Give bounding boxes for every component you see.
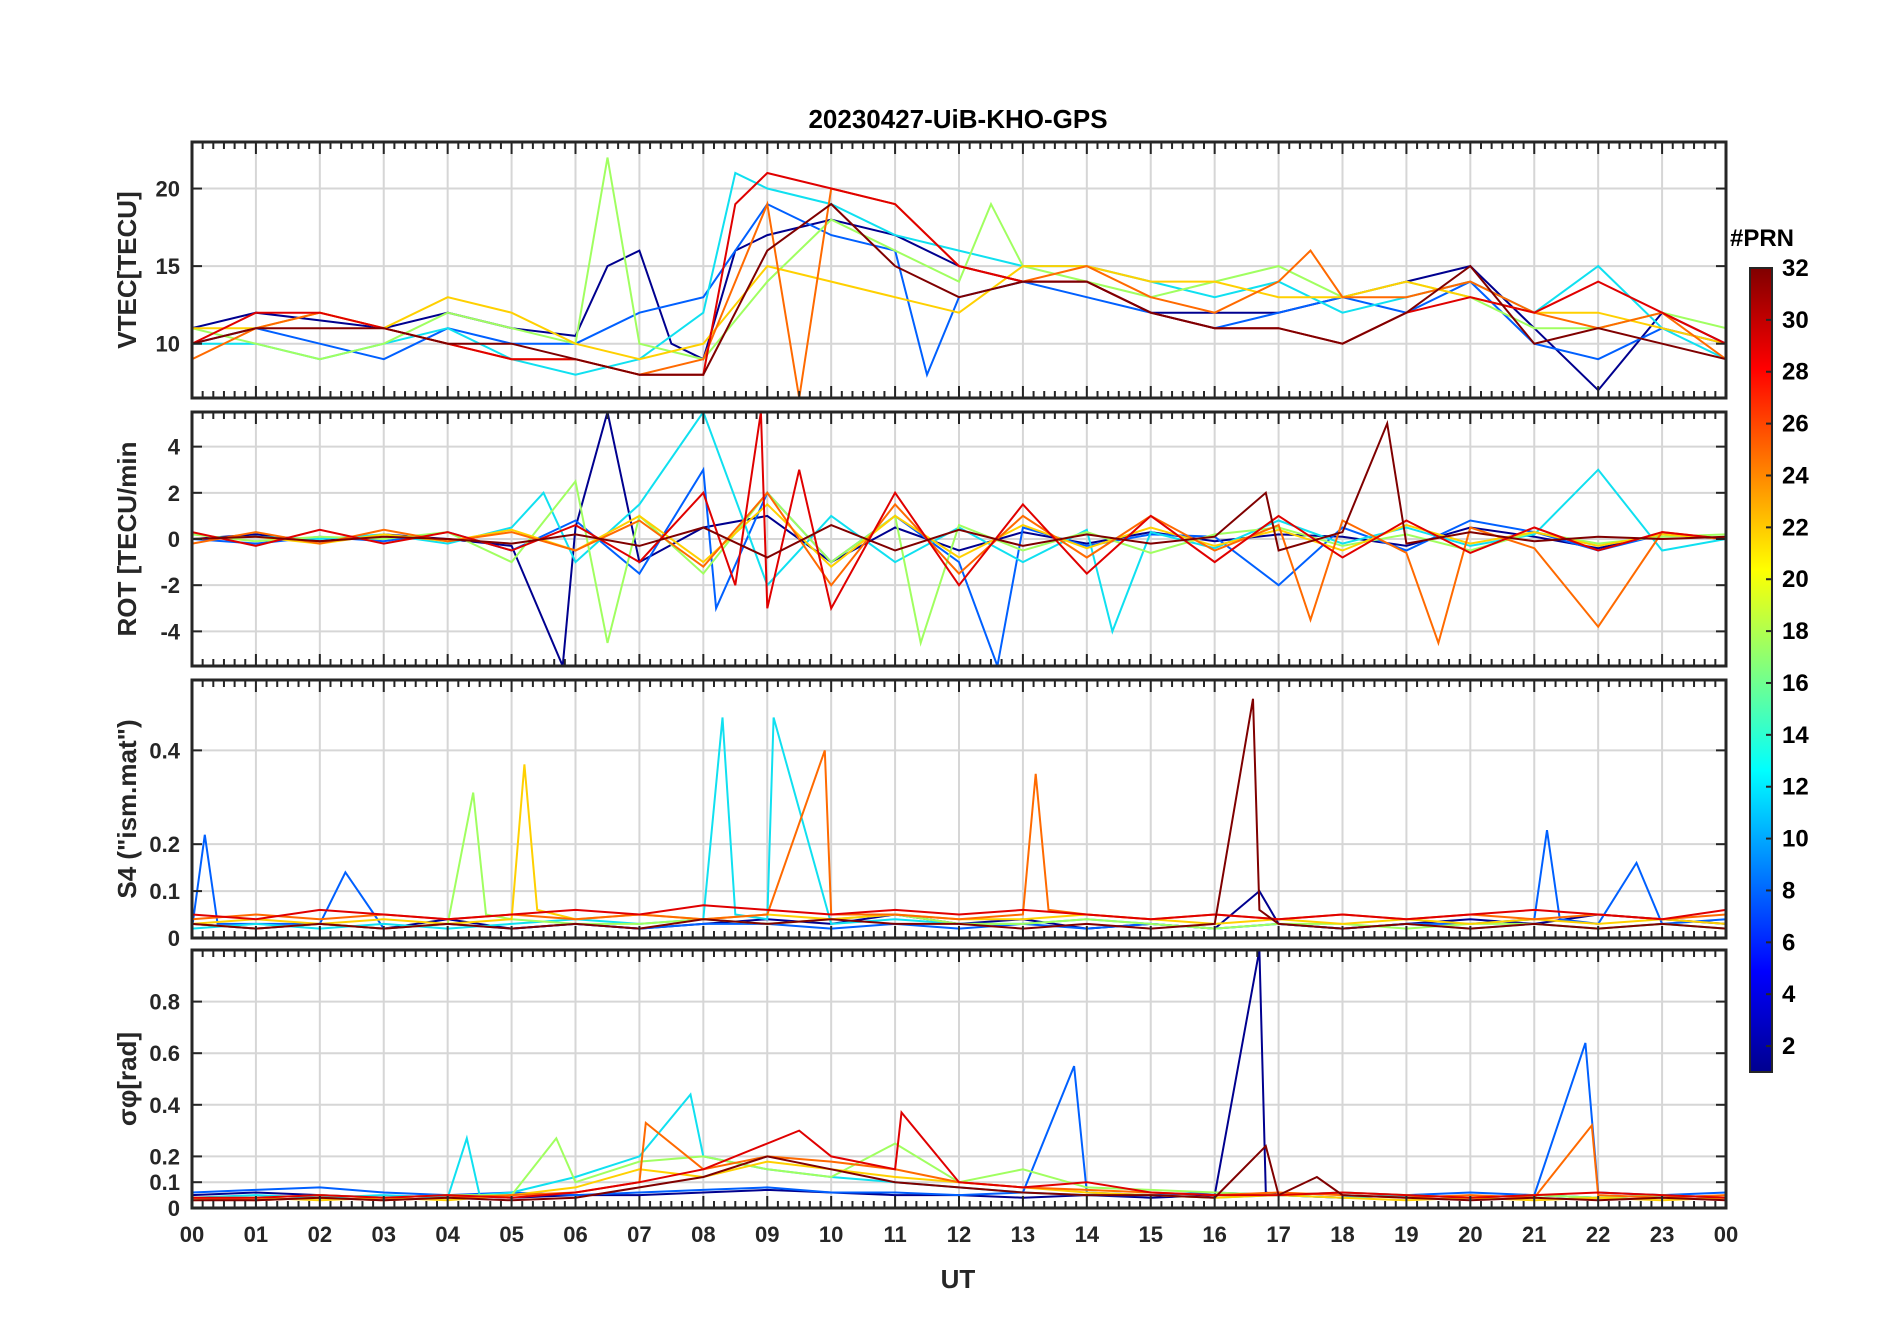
y-axis-label: VTEC[TECU] — [112, 191, 142, 348]
x-tick-label: 01 — [244, 1222, 268, 1247]
colorbar-tick-label: 28 — [1782, 359, 1809, 386]
figure: 20230427-UiB-KHO-GPS 101520VTEC[TECU]-4-… — [112, 104, 1809, 1294]
x-tick-label: 23 — [1650, 1222, 1674, 1247]
y-tick-label: 15 — [156, 254, 180, 279]
x-tick-label: 16 — [1202, 1222, 1226, 1247]
colorbar-tick-label: 32 — [1782, 255, 1809, 282]
x-tick-label: 03 — [372, 1222, 396, 1247]
x-tick-label: 11 — [883, 1222, 906, 1247]
x-tick-label: 04 — [435, 1222, 460, 1247]
colorbar-gradient — [1749, 267, 1773, 1073]
colorbar-tick-label: 12 — [1782, 774, 1809, 801]
y-tick-label: 0 — [168, 527, 180, 552]
y-tick-label: 0.6 — [149, 1041, 180, 1066]
colorbar-tick-label: 18 — [1782, 618, 1809, 645]
x-tick-label: 12 — [947, 1222, 971, 1247]
x-tick-label: 06 — [563, 1222, 587, 1247]
colorbar-tick-label: 22 — [1782, 514, 1809, 541]
x-tick-label: 08 — [691, 1222, 715, 1247]
y-tick-label: 0.1 — [149, 1170, 180, 1195]
y-tick-label: 4 — [168, 435, 181, 460]
panel-1: 10 15 20 VTEC[TECU] — [112, 140, 1728, 400]
panel-4: 00.10.2 0.4 0.6 0.8 σφ[rad] 00 01 02 03 04 05 06 07 0… — [112, 948, 1738, 1247]
y-tick-label: 10 — [156, 332, 180, 357]
x-tick-label: 00 — [1714, 1222, 1738, 1247]
colorbar-tick-label: 20 — [1782, 566, 1809, 593]
chart-title: 20230427-UiB-KHO-GPS — [808, 104, 1107, 134]
x-tick-label: 10 — [819, 1222, 843, 1247]
y-tick-label: 0.4 — [149, 1093, 180, 1118]
colorbar-title: #PRN — [1730, 225, 1794, 252]
panel-2: -4 -2 0 2 4 ROT [TECU/min — [112, 410, 1728, 668]
panels-group: 101520VTEC[TECU]-4-2024ROT [TECU/min00.1… — [112, 140, 1738, 1247]
colorbar-tick-label: 8 — [1782, 877, 1795, 904]
x-tick-label: 22 — [1586, 1222, 1610, 1247]
x-tick-label: 02 — [308, 1222, 332, 1247]
colorbar: #PRN 2468101214161820222426283032 — [1730, 225, 1809, 1073]
colorbar-tick-label: 10 — [1782, 826, 1809, 853]
colorbar-tick-label: 30 — [1782, 307, 1809, 334]
y-tick-label: 0.2 — [149, 832, 180, 857]
y-tick-label: 0.8 — [149, 990, 180, 1015]
y-axis-label: ROT [TECU/min — [112, 442, 142, 637]
y-tick-label: 0 — [168, 926, 180, 951]
colorbar-tick-label: 2 — [1782, 1033, 1795, 1060]
x-tick-label: 09 — [755, 1222, 779, 1247]
colorbar-tick-label: 16 — [1782, 670, 1809, 697]
y-axis-label: σφ[rad] — [112, 1032, 142, 1126]
y-tick-label: 2 — [168, 481, 180, 506]
x-tick-label: 18 — [1330, 1222, 1354, 1247]
panel-3: 0 0.1 0.2 0.4 S4 ("ism.mat") — [112, 678, 1728, 951]
x-tick-label: 15 — [1139, 1222, 1163, 1247]
x-tick-label: 00 — [180, 1222, 204, 1247]
x-tick-label: 19 — [1394, 1222, 1418, 1247]
x-axis-label: UT — [941, 1264, 976, 1294]
y-tick-label: 0 — [168, 1196, 180, 1221]
x-tick-label: 20 — [1458, 1222, 1482, 1247]
x-tick-label: 17 — [1266, 1222, 1290, 1247]
x-tick-label: 14 — [1075, 1222, 1100, 1247]
colorbar-tick-label: 4 — [1782, 981, 1796, 1008]
x-tick-label: 05 — [499, 1222, 523, 1247]
y-tick-label: 0.4 — [149, 738, 180, 763]
x-tick-label: 13 — [1011, 1222, 1035, 1247]
y-tick-label: 20 — [156, 177, 180, 202]
y-tick-label: -2 — [160, 573, 180, 598]
y-tick-label: 0.1 — [149, 879, 180, 904]
y-tick-label: 0.2 — [149, 1144, 180, 1169]
colorbar-tick-label: 24 — [1782, 462, 1809, 489]
y-axis-label: S4 ("ism.mat") — [112, 719, 142, 898]
colorbar-tick-label: 6 — [1782, 929, 1795, 956]
colorbar-tick-label: 14 — [1782, 722, 1809, 749]
colorbar-tick-label: 26 — [1782, 411, 1809, 438]
x-tick-label: 07 — [627, 1222, 651, 1247]
y-tick-label: -4 — [160, 619, 180, 644]
x-tick-label: 21 — [1522, 1222, 1546, 1247]
